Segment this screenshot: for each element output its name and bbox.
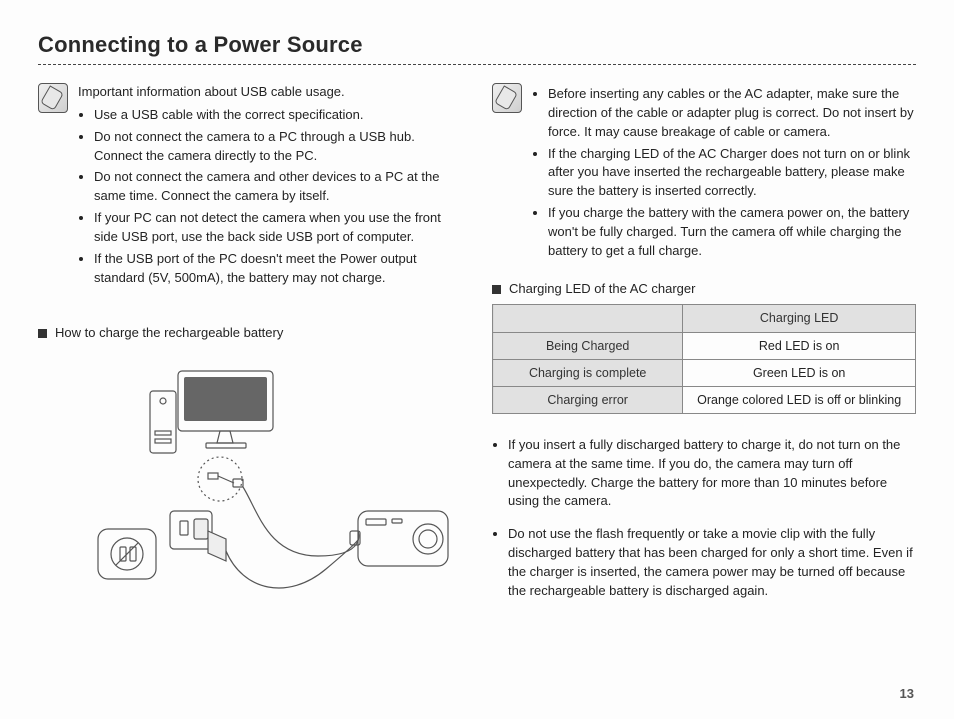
list-item: If your PC can not detect the camera whe… xyxy=(94,209,462,247)
page-number: 13 xyxy=(900,686,914,701)
precaution-note-block: Before inserting any cables or the AC ad… xyxy=(492,83,916,264)
list-item: Do not connect the camera and other devi… xyxy=(94,168,462,206)
content-columns: Important information about USB cable us… xyxy=(38,83,916,631)
list-item: If the charging LED of the AC Charger do… xyxy=(548,145,916,202)
list-item: If you charge the battery with the camer… xyxy=(548,204,916,261)
table-header-led: Charging LED xyxy=(683,305,916,332)
page-title: Connecting to a Power Source xyxy=(38,32,916,58)
note-icon xyxy=(492,83,522,113)
table-cell-label: Charging is complete xyxy=(493,359,683,386)
precaution-note-text: Before inserting any cables or the AC ad… xyxy=(532,83,916,264)
note-icon xyxy=(38,83,68,113)
precaution-bullet-list: Before inserting any cables or the AC ad… xyxy=(532,85,916,261)
table-cell-value: Red LED is on xyxy=(683,332,916,359)
list-item: Do not connect the camera to a PC throug… xyxy=(94,128,462,166)
after-table-list: If you insert a fully discharged battery… xyxy=(492,436,916,601)
list-item: If you insert a fully discharged battery… xyxy=(508,436,916,511)
list-item: If the USB port of the PC doesn't meet t… xyxy=(94,250,462,288)
led-heading-text: Charging LED of the AC charger xyxy=(509,280,695,299)
left-column: Important information about USB cable us… xyxy=(38,83,462,631)
square-bullet-icon xyxy=(38,329,47,338)
how-to-heading: How to charge the rechargeable battery xyxy=(38,324,462,343)
usb-bullet-list: Use a USB cable with the correct specifi… xyxy=(78,106,462,288)
table-cell-label: Charging error xyxy=(493,386,683,413)
list-item: Use a USB cable with the correct specifi… xyxy=(94,106,462,125)
list-item: Before inserting any cables or the AC ad… xyxy=(548,85,916,142)
right-column: Before inserting any cables or the AC ad… xyxy=(492,83,916,631)
led-heading: Charging LED of the AC charger xyxy=(492,280,916,299)
table-cell-value: Green LED is on xyxy=(683,359,916,386)
title-underline xyxy=(38,64,916,65)
table-header-blank xyxy=(493,305,683,332)
table-row: Charging LED xyxy=(493,305,916,332)
usb-note-text: Important information about USB cable us… xyxy=(78,83,462,290)
table-cell-label: Being Charged xyxy=(493,332,683,359)
usb-note-intro: Important information about USB cable us… xyxy=(78,83,462,102)
table-row: Charging error Orange colored LED is off… xyxy=(493,386,916,413)
charging-illustration xyxy=(58,361,458,631)
led-status-table: Charging LED Being Charged Red LED is on… xyxy=(492,304,916,414)
usb-note-block: Important information about USB cable us… xyxy=(38,83,462,290)
square-bullet-icon xyxy=(492,285,501,294)
table-row: Being Charged Red LED is on xyxy=(493,332,916,359)
table-cell-value: Orange colored LED is off or blinking xyxy=(683,386,916,413)
how-to-heading-text: How to charge the rechargeable battery xyxy=(55,324,283,343)
list-item: Do not use the flash frequently or take … xyxy=(508,525,916,600)
table-row: Charging is complete Green LED is on xyxy=(493,359,916,386)
